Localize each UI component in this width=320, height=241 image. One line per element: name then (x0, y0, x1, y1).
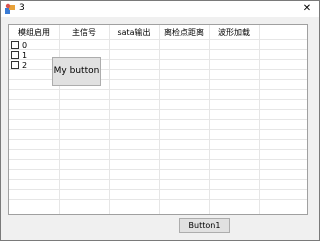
checkbox-row-2[interactable]: 2 (11, 60, 27, 70)
column-header-detection-distance[interactable]: 离检点距离 (159, 27, 209, 38)
checkbox-label: 2 (22, 60, 28, 70)
grid-row-divider (9, 129, 307, 130)
column-header-module-enable[interactable]: 模组启用 (9, 27, 59, 38)
close-icon: ✕ (302, 3, 312, 14)
grid-row-divider (9, 149, 307, 150)
close-button[interactable]: ✕ (295, 1, 319, 17)
grid-row-divider (9, 89, 307, 90)
button1[interactable]: Button1 (179, 218, 230, 233)
grid-row-divider (9, 189, 307, 190)
checkbox-label: 1 (22, 50, 28, 60)
grid-row-divider (9, 109, 307, 110)
window: 3 ✕ 模组启用 主信号 sata输出 离检点距离 波形加载 0 1 2 My … (0, 0, 320, 241)
grid-row-divider (9, 139, 307, 140)
checkbox-2[interactable] (11, 61, 19, 69)
checkbox-1[interactable] (11, 51, 19, 59)
grid-row-divider (9, 119, 307, 120)
grid-row-divider (9, 159, 307, 160)
grid-row-divider (9, 49, 307, 50)
grid-row-divider (9, 179, 307, 180)
checkbox-label: 0 (22, 40, 28, 50)
grid-row-divider (9, 169, 307, 170)
checkbox-row-1[interactable]: 1 (11, 50, 27, 60)
checkbox-0[interactable] (11, 41, 19, 49)
grid-row-divider (9, 39, 307, 40)
checkbox-row-0[interactable]: 0 (11, 40, 27, 50)
grid-row-divider (9, 199, 307, 200)
grid-header: 模组启用 主信号 sata输出 离检点距离 波形加载 (9, 25, 307, 39)
column-header-sata-output[interactable]: sata输出 (109, 27, 159, 38)
column-header-waveform-load[interactable]: 波形加载 (209, 27, 259, 38)
window-title: 3 (19, 3, 25, 13)
title-bar: 3 ✕ (1, 1, 319, 17)
data-grid[interactable]: 模组启用 主信号 sata输出 离检点距离 波形加载 0 1 2 My butt… (8, 24, 308, 215)
column-header-main-signal[interactable]: 主信号 (59, 27, 109, 38)
app-icon (4, 3, 16, 15)
grid-row-divider (9, 99, 307, 100)
my-button[interactable]: My button (52, 57, 101, 86)
